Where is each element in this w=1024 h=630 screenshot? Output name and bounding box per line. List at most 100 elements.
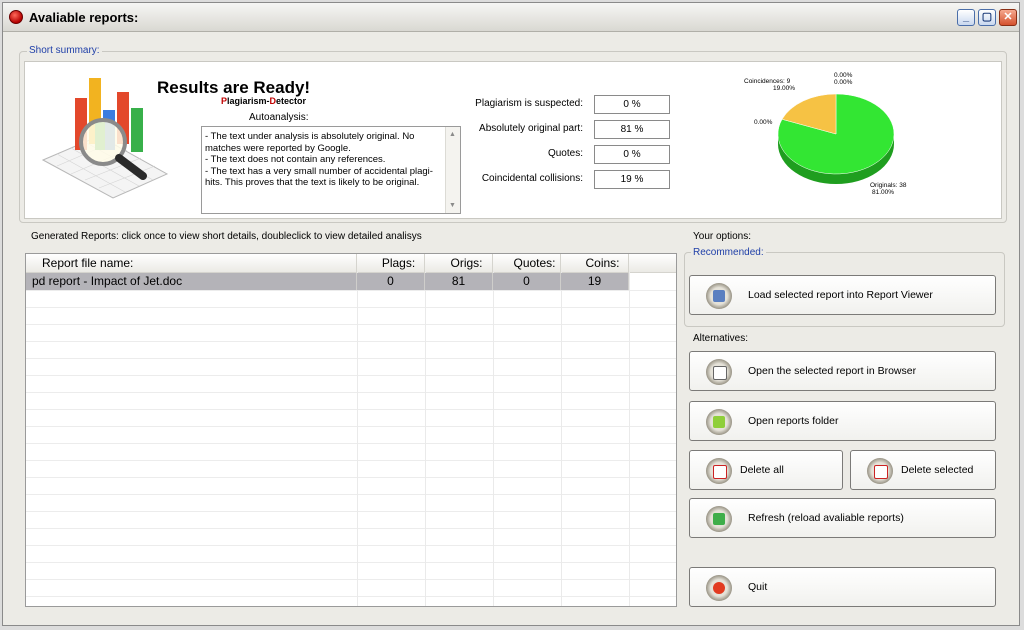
stat-plagiarism-label: Plagiarism is suspected: [475,98,583,109]
table-row-line [26,307,676,308]
table-column-line [493,272,494,606]
table-row-line [26,358,676,359]
minimize-button[interactable]: _ [957,9,975,26]
summary-panel: Results are Ready! Plagiarism-Detector A… [24,61,1002,219]
maximize-button[interactable]: ▢ [978,9,996,26]
folder-icon [706,409,732,435]
table-row-line [26,494,676,495]
cell-origs: 81 [425,273,493,290]
table-row-line [26,426,676,427]
table-row-line [26,511,676,512]
refresh-label: Refresh (reload avaliable reports) [748,512,904,524]
stat-coincidental-value: 19 % [594,170,670,189]
table-row[interactable]: pd report - Impact of Jet.doc 0 81 0 19 [26,273,629,290]
stat-original-value: 81 % [594,120,670,139]
your-options-label: Your options: [693,231,752,242]
cell-quotes: 0 [493,273,561,290]
column-header-origs[interactable]: Origs: [425,254,493,272]
table-row-line [26,290,676,291]
cell-plags: 0 [357,273,425,290]
cell-report-name: pd report - Impact of Jet.doc [26,273,357,290]
table-row-line [26,375,676,376]
delete-all-label: Delete all [740,464,784,476]
report-viewer-icon [706,283,732,309]
delete-selected-button[interactable]: Delete selected [850,450,996,490]
table-column-line [357,272,358,606]
table-row-line [26,562,676,563]
pie-label-coincidences: Coincidences: 9 [744,78,790,85]
open-folder-label: Open reports folder [748,415,839,427]
column-header-coins[interactable]: Coins: [561,254,629,272]
open-browser-button[interactable]: Open the selected report in Browser [689,351,996,391]
stat-coincidental-label: Coincidental collisions: [481,173,583,184]
open-folder-button[interactable]: Open reports folder [689,401,996,441]
brand-part-1: lagiarism- [227,96,270,106]
table-row-line [26,460,676,461]
window-title: Avaliable reports: [29,10,139,25]
autoanalysis-textbox[interactable]: - The text under analysis is absolutely … [201,126,461,214]
pie-label-zero-2: 0.00% [834,79,853,86]
load-report-label: Load selected report into Report Viewer [748,289,933,301]
quit-label: Quit [748,581,768,593]
close-button[interactable]: ✕ [999,9,1017,26]
table-column-line [629,272,630,606]
table-row-line [26,528,676,529]
delete-all-icon [706,458,732,484]
refresh-button[interactable]: Refresh (reload avaliable reports) [689,498,996,538]
table-row-line [26,341,676,342]
table-row-line [26,545,676,546]
maximize-icon: ▢ [981,11,993,23]
pie-label-originals: Originals: 38 [870,182,907,189]
brand-name: Plagiarism-Detector [221,96,306,106]
refresh-icon [706,506,732,532]
column-header-name[interactable]: Report file name: [26,254,357,272]
plagiarism-detector-logo [41,78,169,199]
results-heading: Results are Ready! [157,78,311,97]
stat-plagiarism-value: 0 % [594,95,670,114]
table-row-line [26,324,676,325]
open-browser-label: Open the selected report in Browser [748,365,917,377]
reports-table[interactable]: Report file name: Plags: Origs: Quotes: … [25,253,677,607]
pie-label-zero-3: 0.00% [754,119,773,126]
delete-all-button[interactable]: Delete all [689,450,843,490]
column-header-plags[interactable]: Plags: [357,254,425,272]
pie-label-coincidences-name: Coincidences: 9 [744,78,791,85]
delete-selected-label: Delete selected [901,464,974,476]
app-icon [9,10,23,24]
delete-selected-icon [867,458,893,484]
column-header-quotes[interactable]: Quotes: [493,254,561,272]
reports-caption: Generated Reports: click once to view sh… [31,231,422,242]
alternatives-label: Alternatives: [693,333,749,344]
brand-part-2: etector [276,96,307,106]
results-pie-chart: Coincidences: 9 19.00% 0.00% 0.00% 0.00%… [738,68,938,210]
pie-label-zero-1: 0.00% [834,72,853,79]
quit-button[interactable]: Quit [689,567,996,607]
table-column-line [561,272,562,606]
table-row-line [26,443,676,444]
load-report-button[interactable]: Load selected report into Report Viewer [689,275,996,315]
stat-quotes-value: 0 % [594,145,670,164]
reports-window: Avaliable reports: _ ▢ ✕ Short summary: … [2,2,1020,626]
minimize-icon: _ [962,11,970,23]
autoanalysis-text: - The text under analysis is absolutely … [205,131,433,188]
pie-svg [777,93,895,184]
table-row-line [26,579,676,580]
table-column-line [425,272,426,606]
scroll-down-icon[interactable]: ▼ [447,200,458,211]
pie-label-originals-pct: 81.00% [872,189,895,196]
table-row-line [26,392,676,393]
stat-quotes-label: Quotes: [547,148,583,159]
cell-coins: 19 [561,273,629,290]
short-summary-label: Short summary: [27,45,102,56]
table-row-line [26,409,676,410]
stat-original-label: Absolutely original part: [479,123,583,134]
autoanalysis-label: Autoanalysis: [249,112,309,123]
close-icon: ✕ [1003,11,1013,23]
recommended-label: Recommended: [691,247,766,258]
pie-label-coincidences-pct: 19.00% [773,85,796,92]
title-bar[interactable]: Avaliable reports: _ ▢ ✕ [3,3,1019,32]
table-header: Report file name: Plags: Origs: Quotes: … [26,254,676,273]
table-row-line [26,477,676,478]
logo-bar [131,108,143,152]
autoanalysis-scrollbar[interactable]: ▲ ▼ [445,127,460,213]
